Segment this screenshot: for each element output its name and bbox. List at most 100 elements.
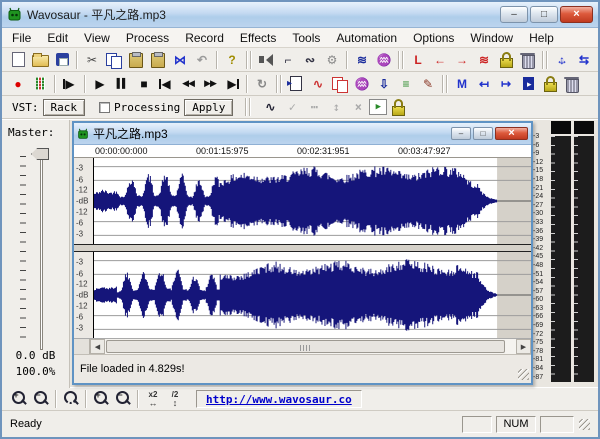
master-slider-thumb[interactable]	[31, 148, 49, 160]
cut-icon[interactable]: ✂	[81, 50, 103, 70]
crop-selection-icon[interactable]: ⋈	[169, 50, 191, 70]
menu-window[interactable]: Window	[462, 29, 521, 47]
open-file-icon[interactable]	[29, 50, 51, 70]
help-icon[interactable]: ?	[221, 50, 243, 70]
waveform-blue-icon[interactable]: ≋	[351, 50, 373, 70]
normalize-icon[interactable]: ⇩	[373, 74, 395, 94]
lock-markers-icon[interactable]	[539, 74, 561, 94]
db-label: -6	[76, 218, 83, 227]
delete-markers-icon[interactable]	[561, 74, 583, 94]
editor-minimize-button[interactable]: –	[451, 127, 471, 140]
marker-next-icon[interactable]: ↦	[495, 74, 517, 94]
menu-edit[interactable]: Edit	[39, 29, 76, 47]
vst-lock-icon[interactable]	[387, 97, 409, 117]
editor-restore-button[interactable]: □	[473, 127, 493, 140]
menu-options[interactable]: Options	[405, 29, 462, 47]
menu-file[interactable]: File	[4, 29, 39, 47]
move-all-directions-icon[interactable]	[551, 50, 573, 70]
statistics-icon[interactable]: ≡	[395, 74, 417, 94]
fade-in-icon[interactable]: ←	[429, 50, 451, 70]
insert-play-marker-icon[interactable]	[285, 74, 307, 94]
play-icon[interactable]: ▶	[89, 74, 111, 94]
rewind-icon[interactable]: ◀◀	[177, 74, 199, 94]
loop-marker-icon[interactable]: L	[407, 50, 429, 70]
monitor-out-icon[interactable]	[517, 74, 539, 94]
vst-confirm-icon[interactable]: ✓	[281, 97, 303, 117]
go-to-start-icon[interactable]: ◀	[155, 74, 177, 94]
editor-title-bar[interactable]: 平凡之路.mp3 – □ ×	[74, 123, 531, 145]
scroll-left-arrow-icon[interactable]: ◀	[90, 339, 105, 354]
zoom-vertical-in-icon[interactable]: +	[90, 389, 112, 409]
interpolate-icon[interactable]: ⌐	[277, 50, 299, 70]
zoom-out-icon[interactable]: −	[30, 389, 52, 409]
master-slider-track[interactable]	[40, 152, 43, 350]
fade-out-icon[interactable]: →	[451, 50, 473, 70]
menu-help[interactable]: Help	[521, 29, 562, 47]
vst-envelope-icon[interactable]: ∿	[259, 97, 281, 117]
fast-forward-icon[interactable]: ▶▶	[199, 74, 221, 94]
record-pause-icon[interactable]	[29, 74, 51, 94]
mute-icon[interactable]	[255, 50, 277, 70]
play-from-cursor-icon[interactable]: ▶	[59, 74, 81, 94]
meter-scale-label: -3	[533, 133, 550, 140]
zoom-in-icon[interactable]: +	[8, 389, 30, 409]
title-bar[interactable]: Wavosaur - 平凡之路.mp3 – □ ×	[2, 2, 598, 28]
vst-rack-button[interactable]: Rack	[43, 99, 86, 116]
maximize-button[interactable]: □	[530, 6, 558, 23]
scroll-right-arrow-icon[interactable]: ▶	[516, 339, 531, 354]
timeline-ruler[interactable]: 00:00:00:00000:01:15:97500:02:31:95100:0…	[74, 145, 531, 158]
new-file-icon[interactable]	[7, 50, 29, 70]
repair-icon[interactable]: ⚙	[321, 50, 343, 70]
lock-icon[interactable]	[495, 50, 517, 70]
loop-playback-icon[interactable]: ↻	[251, 74, 273, 94]
marker-previous-icon[interactable]: ↤	[473, 74, 495, 94]
menu-process[interactable]: Process	[118, 29, 177, 47]
undo-icon[interactable]: ↶	[191, 50, 213, 70]
vst-more-icon[interactable]: ⋯	[303, 97, 325, 117]
menu-automation[interactable]: Automation	[328, 29, 405, 47]
resize-grip[interactable]	[518, 369, 529, 380]
vst-updown-icon[interactable]: ↕	[325, 97, 347, 117]
scrollbar-track[interactable]	[105, 339, 516, 354]
zoom-half-icon[interactable]: /2	[164, 389, 186, 409]
menu-effects[interactable]: Effects	[232, 29, 284, 47]
delete-icon[interactable]	[517, 50, 539, 70]
app-icon	[7, 7, 22, 22]
paste-icon[interactable]	[125, 50, 147, 70]
marker-icon[interactable]: M	[451, 74, 473, 94]
zoom-x2-icon[interactable]: x2	[142, 389, 164, 409]
vst-remove-icon[interactable]: ×	[347, 97, 369, 117]
menu-tools[interactable]: Tools	[284, 29, 328, 47]
save-file-icon[interactable]	[51, 50, 73, 70]
waveform-mix-icon[interactable]: ♒	[373, 50, 395, 70]
waveform-plot-left[interactable]	[93, 158, 531, 244]
swap-channels-icon[interactable]: ⇆	[573, 50, 595, 70]
waveform-settings-icon[interactable]: ♒	[351, 74, 373, 94]
go-to-end-icon[interactable]: ▶	[221, 74, 243, 94]
vst-apply-button[interactable]: Apply	[184, 99, 233, 116]
analysis-curve-icon[interactable]: ∿	[307, 74, 329, 94]
stop-icon[interactable]: ■	[133, 74, 155, 94]
processing-checkbox[interactable]	[99, 102, 110, 113]
zoom-selection-icon[interactable]	[60, 389, 82, 409]
window-resize-grip[interactable]	[579, 419, 590, 430]
scrollbar-thumb[interactable]	[106, 340, 505, 353]
pencil-edit-icon[interactable]: ✎	[417, 74, 439, 94]
menu-view[interactable]: View	[76, 29, 118, 47]
batch-pages-icon[interactable]	[329, 74, 351, 94]
waveform-red-icon[interactable]: ≋	[473, 50, 495, 70]
editor-status-bar: File loaded in 4.829s!	[74, 354, 531, 383]
editor-close-button[interactable]: ×	[495, 127, 528, 140]
waveform-plot-right[interactable]	[93, 252, 531, 338]
zoom-vertical-out-icon[interactable]: −	[112, 389, 134, 409]
menu-record[interactable]: Record	[177, 29, 232, 47]
pause-icon[interactable]: ▌▌	[111, 74, 133, 94]
paste-insert-icon[interactable]	[147, 50, 169, 70]
vst-play-icon[interactable]: ▶	[369, 99, 387, 115]
copy-icon[interactable]	[103, 50, 125, 70]
close-button[interactable]: ×	[560, 6, 593, 23]
record-icon[interactable]: ●	[7, 74, 29, 94]
connect-points-icon[interactable]: ∾	[299, 50, 321, 70]
wavosaur-link[interactable]: http://www.wavosaur.co	[206, 393, 352, 406]
minimize-button[interactable]: –	[500, 6, 528, 23]
